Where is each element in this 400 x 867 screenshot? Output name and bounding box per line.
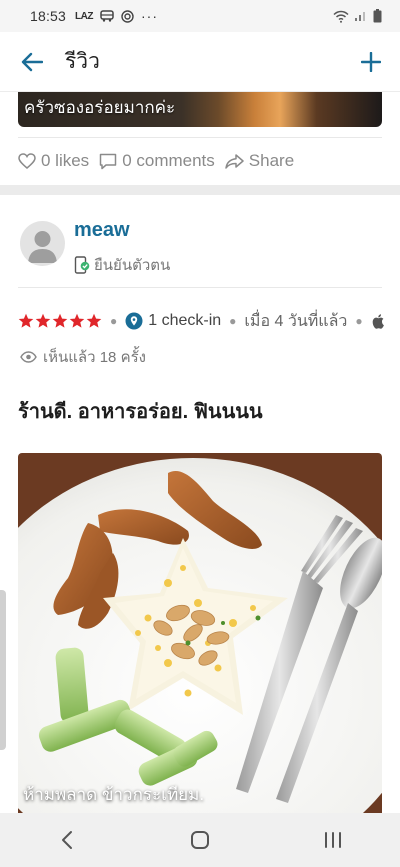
verified-badge: ยืนยันตัวตน (74, 253, 170, 277)
previous-post-image[interactable]: ครัวซองอร่อยมากค่ะ (18, 92, 382, 127)
arrow-left-icon (21, 52, 43, 71)
user-silhouette-icon (28, 231, 57, 263)
location-pin-icon (125, 312, 143, 330)
recents-icon (325, 832, 342, 848)
nav-recents-button[interactable] (303, 820, 363, 860)
previous-post-caption: ครัวซองอร่อยมากค่ะ (24, 98, 176, 117)
app-bar: รีวิว (0, 32, 400, 92)
food-photo-image (18, 453, 382, 813)
separator-dot: ● (110, 314, 118, 328)
more-notifications-icon: ··· (141, 8, 158, 24)
heart-icon (18, 153, 36, 169)
views-label: เห็นแล้ว 18 ครั้ง (43, 349, 146, 366)
add-button[interactable] (356, 47, 386, 77)
verified-label: ยืนยันตัวตน (94, 257, 171, 274)
rating-stars (18, 313, 102, 329)
system-nav-bar (0, 813, 400, 867)
verified-phone-icon (74, 256, 90, 274)
plus-icon (361, 51, 381, 72)
star-icon (18, 313, 34, 328)
cast-icon (121, 9, 134, 23)
review-meta: ● 1 check-in ● เมื่อ 4 วันที่แล้ว ● (18, 309, 400, 333)
bus-icon (100, 10, 114, 22)
checkin-link[interactable]: 1 check-in (125, 312, 221, 330)
page-title: รีวิว (65, 50, 100, 73)
review-photo[interactable]: ห้ามพลาด ข้าวกระเทียม. (18, 453, 382, 813)
username[interactable]: meaw (74, 219, 130, 242)
view-count: เห็นแล้ว 18 ครั้ง (20, 345, 146, 369)
status-time: 18:53 (30, 8, 67, 24)
divider (18, 137, 382, 138)
separator-dot: ● (355, 314, 363, 328)
edge-panel-handle[interactable] (0, 590, 6, 750)
checkin-count: 1 check-in (148, 312, 222, 329)
signal-icon (355, 12, 365, 21)
system-icons (333, 9, 382, 23)
wifi-icon (333, 10, 349, 23)
status-bar: 18:53 LAZ ··· (0, 0, 400, 32)
photo-caption: ห้ามพลาด ข้าวกระเทียม. (23, 785, 205, 804)
share-icon (225, 153, 244, 169)
star-icon (69, 313, 85, 328)
notification-icons: LAZ ··· (75, 8, 158, 24)
home-icon (190, 831, 209, 849)
eye-icon (20, 351, 37, 363)
comments-count: 0 comments (122, 151, 215, 170)
likes-count: 0 likes (41, 151, 90, 170)
back-chevron-icon (61, 831, 72, 849)
star-icon (35, 313, 51, 328)
star-icon (86, 313, 102, 328)
review-title: ร้านดี. อาหารอร่อย. ฟินนนน (18, 401, 263, 423)
nav-back-button[interactable] (37, 820, 97, 860)
comment-icon (99, 153, 117, 169)
comment-button[interactable]: 0 comments (99, 151, 215, 171)
back-button[interactable] (17, 47, 47, 77)
separator-dot: ● (229, 314, 237, 328)
share-label: Share (248, 151, 295, 170)
post-actions: 0 likes 0 comments Share (18, 148, 294, 174)
posted-time: เมื่อ 4 วันที่แล้ว (244, 312, 348, 330)
laz-notification-icon: LAZ (75, 10, 93, 22)
nav-home-button[interactable] (170, 820, 230, 860)
like-button[interactable]: 0 likes (18, 151, 89, 171)
apple-icon (372, 314, 384, 329)
battery-icon (373, 9, 382, 23)
share-button[interactable]: Share (225, 151, 294, 171)
star-icon (52, 313, 68, 328)
avatar[interactable] (20, 221, 65, 266)
section-separator (0, 185, 400, 195)
divider (18, 287, 382, 288)
